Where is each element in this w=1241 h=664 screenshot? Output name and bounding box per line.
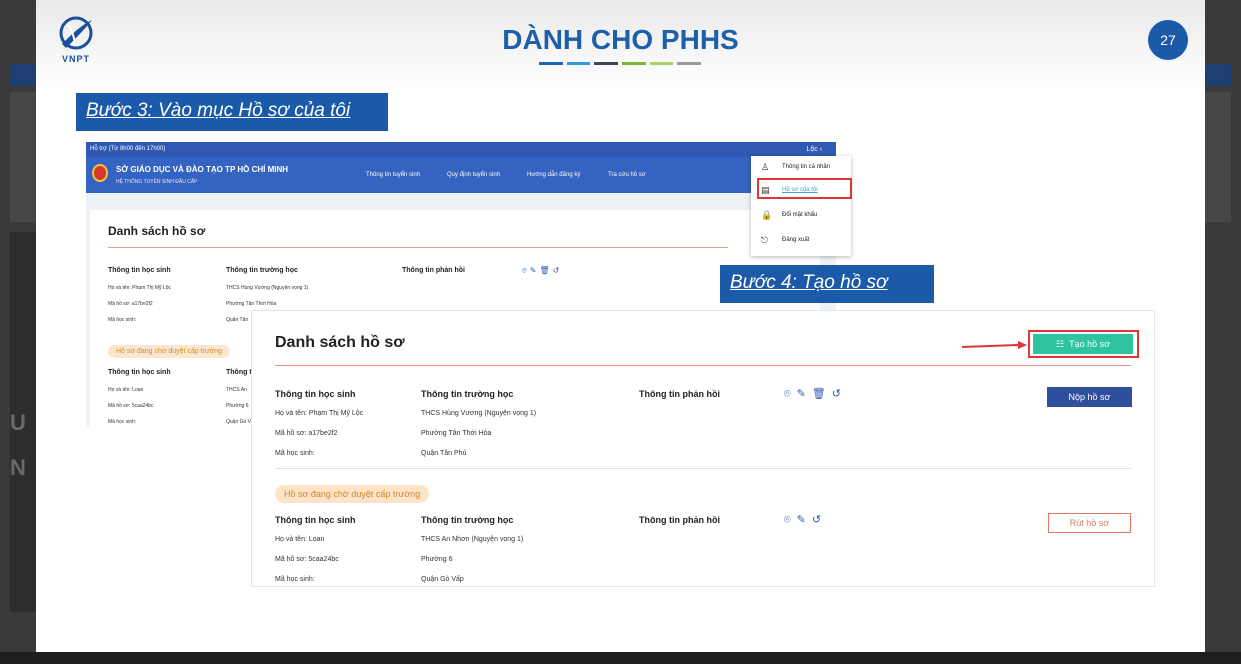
portal-screenshot-2: Danh sách hồ sơ ☷ Tạo hồ sơ Thông tin họ… — [252, 311, 1154, 586]
highlight-my-profile — [757, 178, 852, 199]
support-hours: Hỗ trợ (Từ 8h00 đến 17h00) — [90, 146, 166, 152]
col-feedback-info: Thông tin phản hồi — [402, 267, 465, 274]
user-dropdown-menu: ♙ Thông tin cá nhân ▤ Hồ sơ của tôi 🔒 Đổ… — [751, 156, 851, 256]
slide-title: DÀNH CHO PHHS — [502, 24, 739, 55]
col-school-info: Thông tin trường học — [226, 267, 298, 274]
submit-profile-button[interactable]: Nộp hồ sơ — [1047, 387, 1132, 407]
page-number: 27 — [1148, 20, 1188, 60]
lock-icon: 🔒 — [761, 210, 773, 220]
menu-item-logout[interactable]: ⎋ Đăng xuất — [751, 229, 851, 253]
nav-item-admission-info[interactable]: Thông tin tuyển sinh — [366, 172, 420, 178]
step3-banner: Bước 3: Vào mục Hồ sơ của tôi — [76, 93, 388, 131]
title-bar — [539, 62, 563, 65]
org-name: SỞ GIÁO DỤC VÀ ĐÀO TẠO TP HỒ CHÍ MINH — [116, 165, 289, 174]
slide: VNPT DÀNH CHO PHHS 27 Bước 3: Vào mục Hồ… — [36, 0, 1205, 652]
step4-banner: Bước 4: Tạo hồ sơ — [720, 265, 934, 303]
nav-item-registration-guide[interactable]: Hướng dẫn đăng ký — [527, 172, 580, 178]
title-underline-bars — [539, 62, 702, 66]
highlight-create-button — [1028, 330, 1139, 358]
title-bar — [622, 62, 646, 65]
background-left: U N — [0, 0, 36, 664]
title-bar — [677, 62, 702, 65]
menu-item-change-password[interactable]: 🔒 Đổi mật khẩu — [751, 204, 851, 228]
withdraw-profile-button[interactable]: Rút hồ sơ — [1048, 513, 1131, 533]
col-student-info: Thông tin học sinh — [275, 389, 356, 399]
record-action-icons[interactable]: ⌾✎↺ — [784, 513, 827, 527]
background-bottom — [0, 652, 1241, 664]
col-school-info: Thông tin trường học — [421, 389, 514, 399]
status-badge: Hồ sơ đang chờ duyệt cấp trường — [275, 485, 430, 503]
record-action-icons[interactable]: ⌾✎🗑↺ — [522, 266, 562, 276]
portal-header: SỞ GIÁO DỤC VÀ ĐÀO TẠO TP HỒ CHÍ MINH HỆ… — [86, 157, 836, 193]
status-badge: Hồ sơ đang chờ duyệt cấp trường — [108, 345, 231, 358]
portal-topbar: Hỗ trợ (Từ 8h00 đến 17h00) Lộc ‹ — [86, 142, 836, 157]
logout-icon: ⎋ — [761, 235, 769, 245]
nav-item-lookup[interactable]: Tra cứu hồ sơ — [608, 172, 646, 178]
title-bar — [649, 62, 674, 65]
title-bar — [566, 62, 591, 65]
org-subtitle: HỆ THỐNG TUYỂN SINH ĐẦU CẤP — [116, 179, 198, 185]
col-feedback-info: Thông tin phản hồi — [639, 389, 720, 399]
background-right — [1205, 0, 1241, 664]
title-bar — [594, 62, 619, 65]
user-menu-toggle[interactable]: Lộc ‹ — [806, 142, 822, 157]
nav-item-admission-rules[interactable]: Quy định tuyển sinh — [447, 172, 500, 178]
list-title: Danh sách hồ sơ — [108, 224, 206, 238]
col-student-info: Thông tin học sinh — [108, 267, 171, 274]
list-title: Danh sách hồ sơ — [275, 334, 405, 351]
emblem-icon — [92, 164, 108, 182]
arrow-icon — [962, 341, 1027, 349]
user-icon: ♙ — [761, 162, 770, 172]
menu-item-personal-info[interactable]: ♙ Thông tin cá nhân — [751, 156, 851, 180]
record-action-icons[interactable]: ⌾✎🗑↺ — [784, 387, 847, 401]
